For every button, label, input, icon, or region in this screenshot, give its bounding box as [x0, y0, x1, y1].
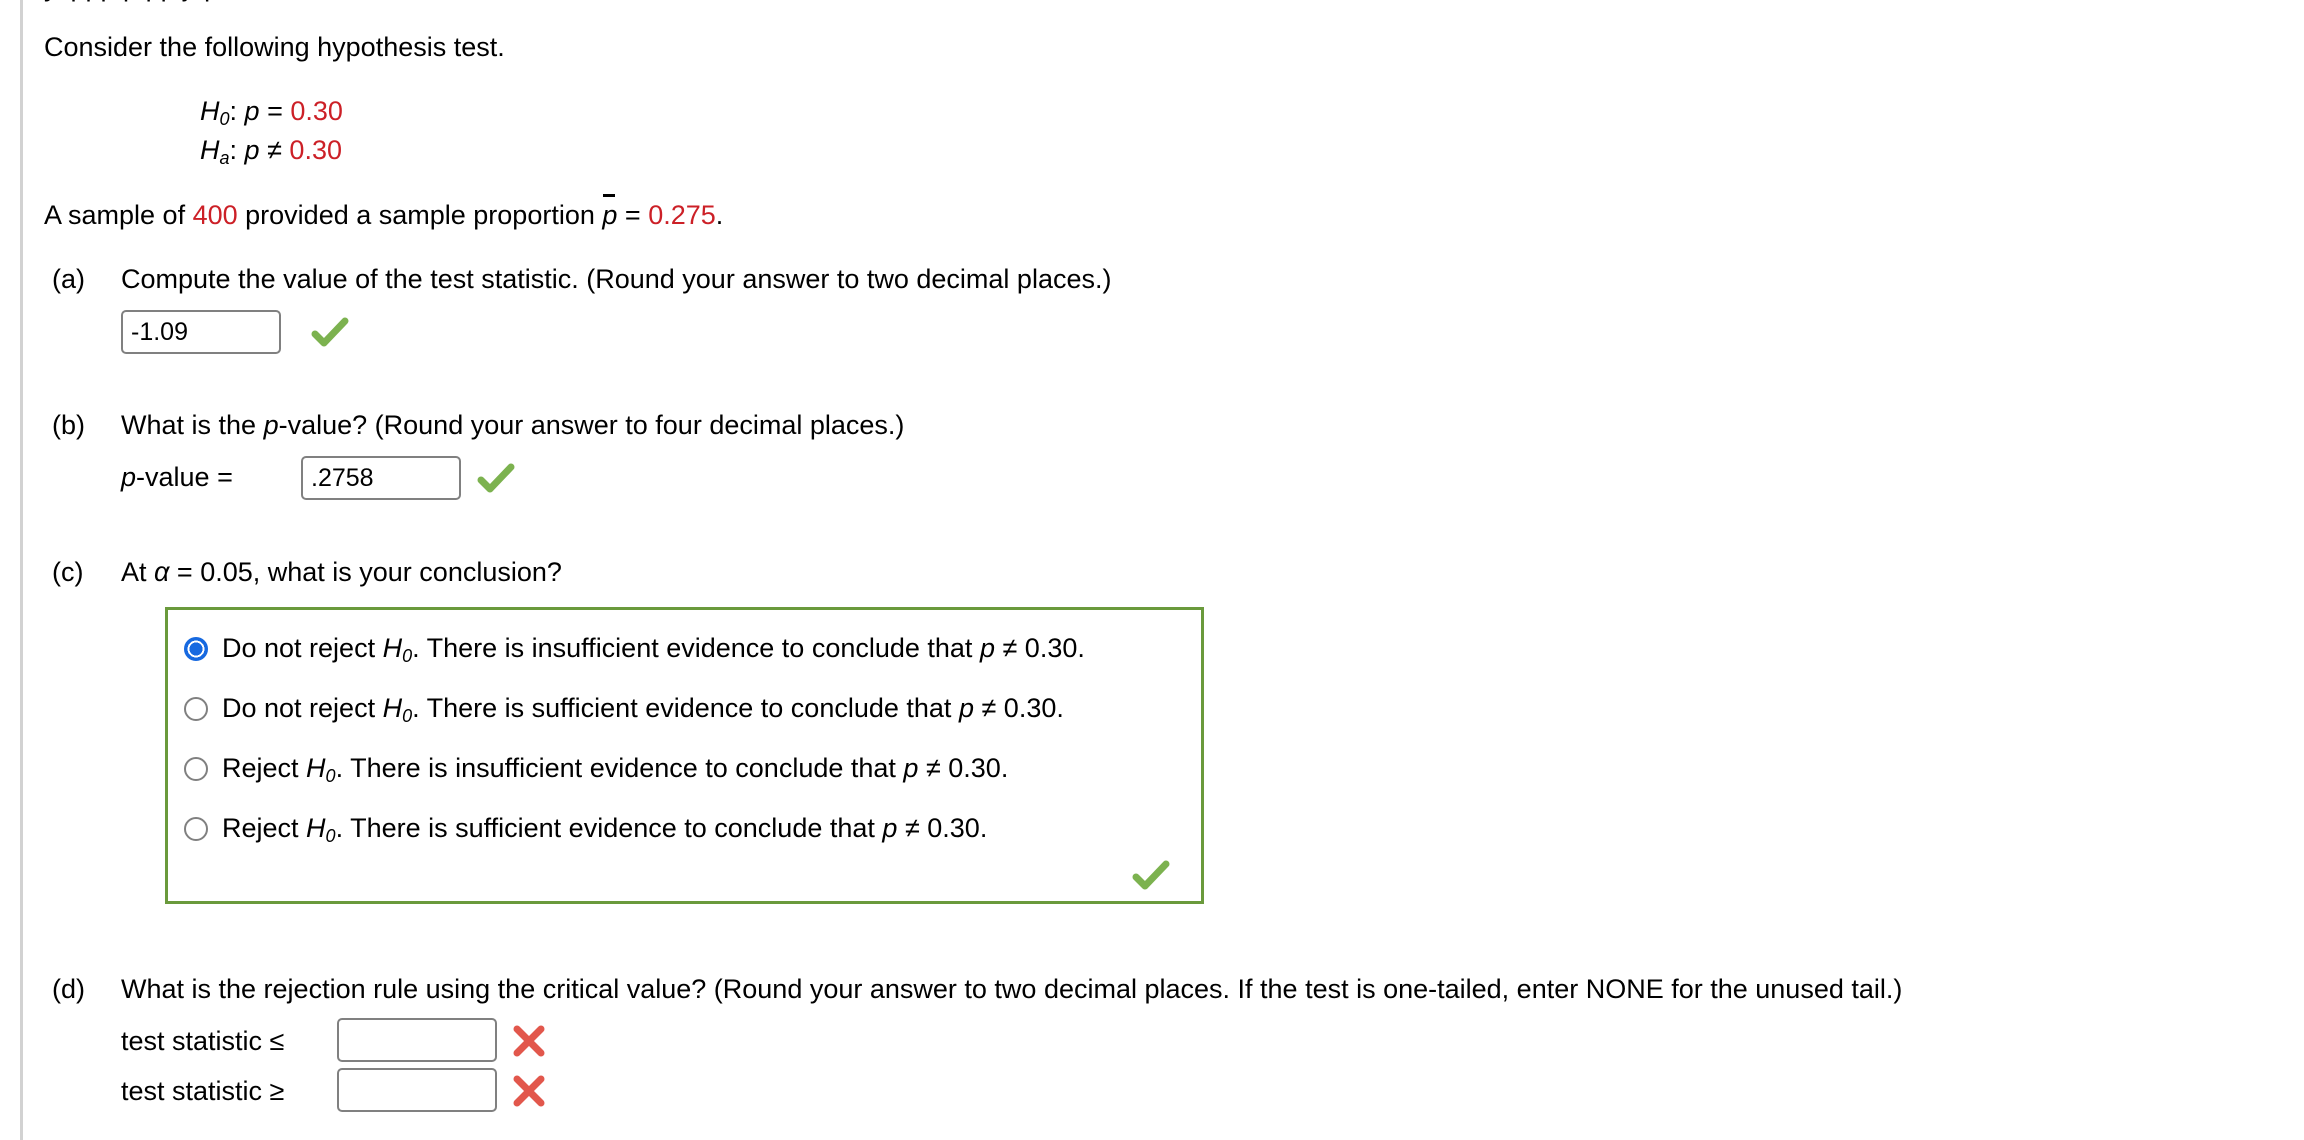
opt0-sub: 0: [402, 646, 413, 667]
question-b-label: (b): [52, 410, 85, 440]
ha-param: p: [244, 135, 260, 165]
opt0-p: p: [979, 633, 995, 663]
h0-relation: [260, 96, 268, 126]
conclusion-radio-group: Do not reject H0. There is insufficient …: [165, 607, 1204, 904]
red-x-icon: [513, 1025, 545, 1057]
opt2-val: 0.30.: [948, 753, 1009, 783]
phat-symbol: p: [602, 194, 618, 230]
p-value-field-label: p-value =: [121, 462, 233, 493]
opt1-pre: Do not reject: [222, 693, 383, 723]
sample-size: 400: [192, 200, 238, 230]
question-d-prompt: What is the rejection rule using the cri…: [121, 974, 1903, 1004]
radio-option-0-label: Do not reject H0. There is insufficient …: [222, 633, 1085, 667]
lower-critical-value-input[interactable]: [337, 1018, 497, 1062]
hypotheses-block: H0: p = 0.30 Ha: p ≠ 0.30: [200, 92, 343, 170]
question-b-prompt: What is the p-value? (Round your answer …: [121, 410, 904, 441]
h0-symbol: H: [200, 96, 220, 126]
opt3-mid: . There is sufficient evidence to conclu…: [335, 813, 883, 843]
alpha-symbol: α: [154, 557, 170, 587]
radio-button-3[interactable]: [184, 817, 208, 841]
green-check-icon: [477, 463, 515, 493]
p-value-label-p: p: [121, 462, 137, 492]
clipped-previous-line: y, ppp p pp j/ p: [44, 0, 219, 3]
green-check-icon: [311, 317, 349, 347]
question-a-label: (a): [52, 264, 85, 294]
question-c-prompt-post: = 0.05, what is your conclusion?: [169, 557, 562, 587]
ha-value: 0.30: [289, 135, 342, 165]
radio-button-1[interactable]: [184, 697, 208, 721]
upper-critical-value-input[interactable]: [337, 1068, 497, 1112]
p-value-input[interactable]: [301, 456, 461, 500]
lower-tail-label: test statistic ≤: [121, 1026, 285, 1056]
sample-prefix: A sample of: [44, 200, 193, 230]
sample-middle: provided a sample proportion: [237, 200, 603, 230]
opt0-mid: . There is insufficient evidence to conc…: [412, 633, 980, 663]
alt-hypothesis-row: Ha: p ≠ 0.30: [200, 131, 343, 170]
opt0-val: 0.30.: [1024, 633, 1085, 663]
opt1-h: H: [382, 693, 403, 723]
red-x-icon: [513, 1075, 545, 1107]
ha-relation-sym: ≠: [267, 135, 282, 165]
opt2-mid: . There is insufficient evidence to conc…: [335, 753, 904, 783]
radio-button-2[interactable]: [184, 757, 208, 781]
opt3-val: 0.30.: [927, 813, 988, 843]
phat-value: 0.275: [648, 200, 716, 230]
upper-tail-label: test statistic ≥: [121, 1076, 285, 1106]
opt2-sub: 0: [325, 766, 336, 787]
opt2-p: p: [903, 753, 919, 783]
radio-option-1[interactable]: Do not reject H0. There is sufficient ev…: [184, 688, 1064, 728]
ha-symbol: H: [200, 135, 220, 165]
opt0-h: H: [382, 633, 403, 663]
h0-value: 0.30: [290, 96, 343, 126]
opt2-h: H: [306, 753, 326, 783]
opt3-pre: Reject: [222, 813, 307, 843]
ha-colon: :: [229, 135, 245, 165]
opt0-pre: Do not reject: [222, 633, 383, 663]
h0-relation-sym: =: [267, 96, 283, 126]
radio-option-2-label: Reject H0. There is insufficient evidenc…: [222, 753, 1009, 787]
test-statistic-input[interactable]: [121, 310, 281, 354]
sample-statement: A sample of 400 provided a sample propor…: [44, 194, 724, 231]
p-value-label-rest: -value =: [136, 462, 233, 492]
intro-text: Consider the following hypothesis test.: [44, 32, 505, 62]
question-b-prompt-post: -value? (Round your answer to four decim…: [278, 410, 905, 440]
opt3-p: p: [882, 813, 898, 843]
opt0-rel: ≠: [994, 633, 1025, 663]
opt2-rel: ≠: [918, 753, 949, 783]
radio-button-0[interactable]: [184, 637, 208, 661]
question-a-prompt: Compute the value of the test statistic.…: [121, 264, 1112, 294]
opt1-rel: ≠: [973, 693, 1004, 723]
ha-subscript: a: [219, 148, 230, 169]
ha-space1: [260, 135, 268, 165]
opt1-val: 0.30.: [1003, 693, 1064, 723]
question-d-label: (d): [52, 974, 85, 1004]
question-c-label: (c): [52, 557, 84, 587]
opt1-mid: . There is sufficient evidence to conclu…: [412, 693, 959, 723]
sample-period: .: [715, 200, 724, 230]
question-b-prompt-pre: What is the: [121, 410, 264, 440]
radio-option-3-label: Reject H0. There is sufficient evidence …: [222, 813, 988, 847]
question-b-prompt-p: p: [263, 410, 279, 440]
left-gutter-rule: [20, 0, 23, 1140]
sample-equals: =: [617, 200, 649, 230]
green-check-icon: [1132, 860, 1170, 890]
opt1-sub: 0: [402, 706, 413, 727]
opt2-pre: Reject: [222, 753, 307, 783]
worksheet-page: y, ppp p pp j/ p Consider the following …: [0, 0, 2304, 1140]
null-hypothesis-row: H0: p = 0.30: [200, 92, 343, 131]
radio-option-0[interactable]: Do not reject H0. There is insufficient …: [184, 628, 1085, 668]
h0-colon: :: [229, 96, 245, 126]
opt3-sub: 0: [325, 826, 336, 847]
opt3-rel: ≠: [897, 813, 928, 843]
radio-option-1-label: Do not reject H0. There is sufficient ev…: [222, 693, 1064, 727]
opt1-p: p: [958, 693, 974, 723]
h0-param: p: [244, 96, 260, 126]
question-c-prompt-pre: At: [121, 557, 155, 587]
question-c-prompt: At α = 0.05, what is your conclusion?: [121, 557, 562, 588]
radio-option-2[interactable]: Reject H0. There is insufficient evidenc…: [184, 748, 1008, 788]
radio-option-3[interactable]: Reject H0. There is sufficient evidence …: [184, 808, 987, 848]
opt3-h: H: [306, 813, 326, 843]
h0-subscript: 0: [219, 109, 230, 130]
